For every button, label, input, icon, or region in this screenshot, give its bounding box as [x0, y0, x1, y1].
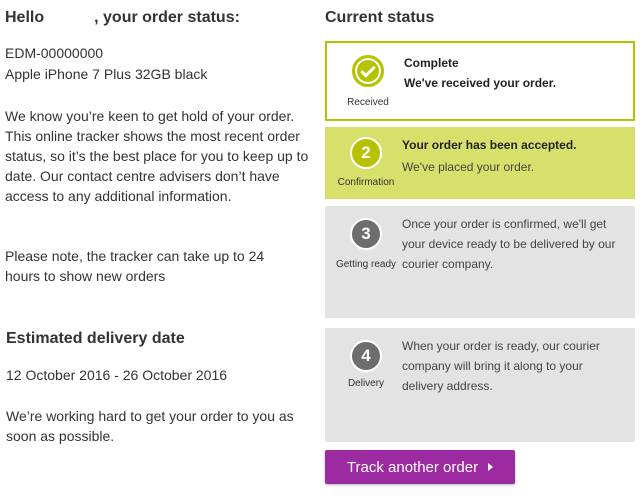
step-detail: We've received your order. — [404, 76, 557, 90]
chevron-right-icon — [488, 463, 494, 471]
step-label: Received — [347, 97, 389, 108]
estimated-delivery-note: We’re working hard to get your order to … — [6, 408, 294, 444]
greeting-suffix: , your order status: — [94, 9, 240, 26]
current-status-title: Current status — [325, 9, 435, 26]
status-step-getting-ready: 3 Getting ready Once your order is confi… — [325, 206, 635, 318]
step-detail: We've placed your order. — [402, 160, 535, 174]
tracker-note: Please note, the tracker can take up to … — [5, 248, 265, 284]
status-step-delivery: 4 Delivery When your order is ready, our… — [325, 328, 635, 442]
step-number-badge: 4 — [350, 340, 382, 372]
step-detail: When your order is ready, our courier co… — [402, 339, 600, 393]
check-icon — [352, 55, 384, 87]
status-step-confirmation: 2 Confirmation Your order has been accep… — [325, 127, 635, 199]
track-another-order-button[interactable]: Track another order — [325, 450, 515, 484]
device-name: Apple iPhone 7 Plus 32GB black — [5, 66, 208, 82]
step-heading: Complete — [404, 56, 459, 70]
step-label: Confirmation — [337, 177, 395, 188]
step-detail: Once your order is confirmed, we'll get … — [402, 217, 616, 271]
step-text: Complete We've received your order. — [404, 53, 623, 93]
estimated-delivery-title: Estimated delivery date — [6, 330, 185, 347]
step-number-badge: 2 — [350, 137, 382, 169]
step-text: Your order has been accepted. We've plac… — [402, 135, 625, 177]
estimated-delivery-range: 12 October 2016 - 26 October 2016 — [6, 367, 228, 383]
step-number-badge: 3 — [350, 218, 382, 250]
status-step-received: Received Complete We've received your or… — [325, 41, 635, 121]
greeting-heading: Hello , your order status: — [5, 9, 240, 27]
track-another-order-label: Track another order — [346, 458, 479, 476]
redacted-name — [44, 9, 95, 26]
step-heading: Your order has been accepted. — [402, 138, 577, 152]
intro-text: We know you’re keen to get hold of your … — [5, 108, 309, 204]
step-label: Getting ready — [335, 259, 397, 270]
order-number: EDM-00000000 — [5, 45, 107, 61]
greeting-prefix: Hello — [5, 9, 45, 26]
step-label: Delivery — [347, 378, 385, 389]
